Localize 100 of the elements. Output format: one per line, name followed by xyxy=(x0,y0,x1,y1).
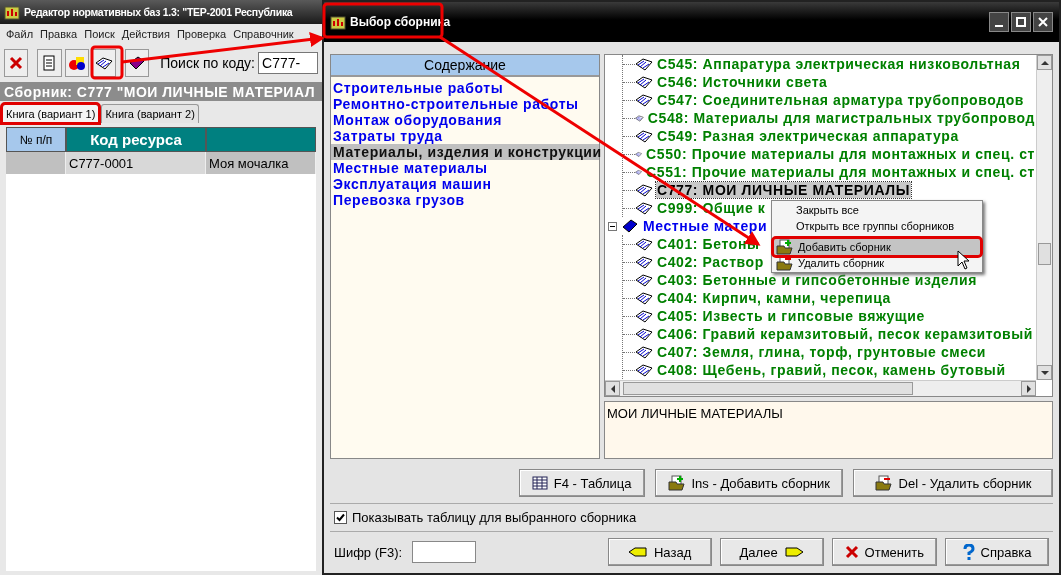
column-header[interactable]: № п/п xyxy=(6,127,66,152)
book-icon xyxy=(94,56,113,70)
app-icon xyxy=(4,4,20,20)
dialog-button[interactable]: Отменить xyxy=(831,538,937,566)
close-icon xyxy=(9,56,24,70)
menu-item[interactable]: Проверка xyxy=(176,28,227,40)
contents-item[interactable]: Строительные работы xyxy=(331,80,599,96)
tree-item[interactable]: С405: Известь и гипсовые вяжущие xyxy=(656,308,926,324)
maximize-button[interactable] xyxy=(1011,12,1031,32)
dialog-button[interactable]: Справка xyxy=(945,538,1049,566)
contents-item[interactable]: Монтаж оборудования xyxy=(331,112,599,128)
menu-item[interactable]: Действия xyxy=(121,28,170,40)
code-label: Шифр (F3): xyxy=(334,544,403,560)
maximize-icon xyxy=(1016,17,1026,27)
book-icon xyxy=(635,57,653,71)
tree-item[interactable]: С547: Соединительная арматура трубопроводов xyxy=(656,92,1025,108)
folder-add-icon xyxy=(776,239,794,255)
book-icon xyxy=(635,75,653,89)
book-icon xyxy=(621,219,639,233)
minimize-button[interactable] xyxy=(989,12,1009,32)
book-icon xyxy=(635,291,653,305)
highlight-frame xyxy=(90,45,124,80)
scrollbar-thumb[interactable] xyxy=(623,382,913,395)
cross-icon xyxy=(844,545,859,559)
book-icon xyxy=(635,273,653,287)
book-icon xyxy=(635,327,653,341)
book-icon xyxy=(635,309,653,323)
shapes-button[interactable] xyxy=(64,49,89,77)
book-icon xyxy=(635,183,653,197)
mouse-pointer-icon xyxy=(957,250,971,270)
search-label: Поиск по коду: xyxy=(160,55,255,71)
menu-item[interactable]: Файл xyxy=(6,28,34,40)
tree-item[interactable]: С404: Кирпич, камни, черепица xyxy=(656,290,892,306)
tree-item[interactable]: С408: Щебень, гравий, песок, камень бутовый xyxy=(656,362,1007,378)
action-button[interactable]: Ins - Добавить сборник xyxy=(654,469,843,497)
collapse-icon[interactable] xyxy=(608,221,617,231)
tree-item[interactable]: С407: Земля, глина, торф, грунтовые смеси xyxy=(656,344,988,360)
book-icon xyxy=(635,129,653,143)
down-arrow-icon xyxy=(1040,368,1049,377)
description-box: МОИ ЛИЧНЫЕ МАТЕРИАЛЫ xyxy=(604,401,1053,459)
tree-item[interactable]: С550: Прочие материалы для монтажных и спец. ст xyxy=(645,146,1036,162)
dialog-button[interactable]: Далее xyxy=(719,538,824,566)
checkbox-label: Показывать таблицу для выбранного сборника xyxy=(352,510,637,525)
menu-item[interactable]: Справочник xyxy=(233,28,294,40)
contents-item[interactable]: Эксплуатация машин xyxy=(331,176,599,192)
dialog-button[interactable]: Назад xyxy=(607,538,712,566)
context-menu-item[interactable]: Закрыть все xyxy=(774,202,980,218)
help-book-button[interactable] xyxy=(125,49,150,77)
contents-item[interactable]: Затраты труда xyxy=(331,128,599,144)
search-field[interactable]: С777- xyxy=(258,52,318,74)
scrollbar-thumb[interactable] xyxy=(1038,243,1051,265)
book-icon xyxy=(635,345,653,359)
tree-item[interactable]: С546: Источники света xyxy=(656,74,829,90)
book-icon xyxy=(635,201,653,215)
folder-remove-icon xyxy=(874,475,893,491)
book-icon xyxy=(128,55,147,71)
menu-item[interactable]: Поиск xyxy=(84,28,115,40)
close-button[interactable] xyxy=(1033,12,1053,32)
tree-item[interactable]: С403: Бетонные и гипсобетонные изделия xyxy=(656,272,978,288)
table-icon xyxy=(531,476,548,490)
tab[interactable]: Книга (вариант 2) xyxy=(101,104,199,123)
horizontal-scrollbar[interactable] xyxy=(605,380,1036,396)
checkbox[interactable] xyxy=(334,511,347,524)
table-cell: С777-0001 xyxy=(66,152,206,174)
action-button[interactable]: F4 - Таблица xyxy=(518,469,645,497)
book-icon xyxy=(635,93,653,107)
tree-item[interactable]: С406: Гравий керамзитовый, песок керамзитовый xyxy=(656,326,1035,342)
context-menu-item[interactable]: Открыть все группы сборников xyxy=(774,218,980,234)
vertical-scrollbar[interactable] xyxy=(1036,55,1052,380)
document-icon xyxy=(41,54,58,72)
action-button[interactable]: Del - Удалить сборник xyxy=(853,469,1053,497)
shapes-icon xyxy=(67,55,86,71)
close-icon xyxy=(1038,17,1048,27)
column-header[interactable]: Код ресурса xyxy=(66,127,206,152)
book-icon xyxy=(635,237,653,251)
tree-item[interactable]: С545: Аппаратура электрическая низковольтная xyxy=(656,56,1022,72)
window-title: Редактор нормативных баз 1.3: "ТЕР-2001 Республика xyxy=(24,6,293,18)
table-cell: Моя мочалка xyxy=(206,152,316,174)
context-menu-item[interactable]: Добавить сборник xyxy=(774,239,980,255)
contents-item[interactable]: Материалы, изделия и конструкции xyxy=(331,144,599,160)
app-icon xyxy=(330,14,346,30)
contents-item[interactable]: Перевозка грузов xyxy=(331,192,599,208)
context-menu-item[interactable]: Удалить сборник xyxy=(774,255,980,271)
document-button[interactable] xyxy=(37,49,62,77)
tree-item[interactable]: С548: Материалы для магистральных трубопровод xyxy=(646,110,1036,126)
code-field[interactable] xyxy=(412,541,477,563)
up-arrow-icon xyxy=(1040,58,1049,67)
book-icon xyxy=(635,363,653,377)
menu-item[interactable]: Правка xyxy=(40,28,78,40)
folder-add-icon xyxy=(667,475,686,491)
collection-header: Сборник: С777 "МОИ ЛИЧНЫЕ МАТЕРИАЛ xyxy=(0,82,322,101)
tree-item[interactable]: С551: Прочие материалы для монтажных и спец. ст xyxy=(645,164,1036,180)
minimize-icon xyxy=(994,25,1004,27)
tree-item[interactable]: С402: Раствор xyxy=(656,254,765,270)
contents-item[interactable]: Местные материалы xyxy=(331,160,599,176)
check-icon xyxy=(336,513,345,522)
tree-item[interactable]: С549: Разная электрическая аппаратура xyxy=(656,128,960,144)
book-icon xyxy=(635,255,653,269)
tab[interactable]: Книга (вариант 1) xyxy=(2,104,100,123)
close-button[interactable] xyxy=(4,49,29,77)
